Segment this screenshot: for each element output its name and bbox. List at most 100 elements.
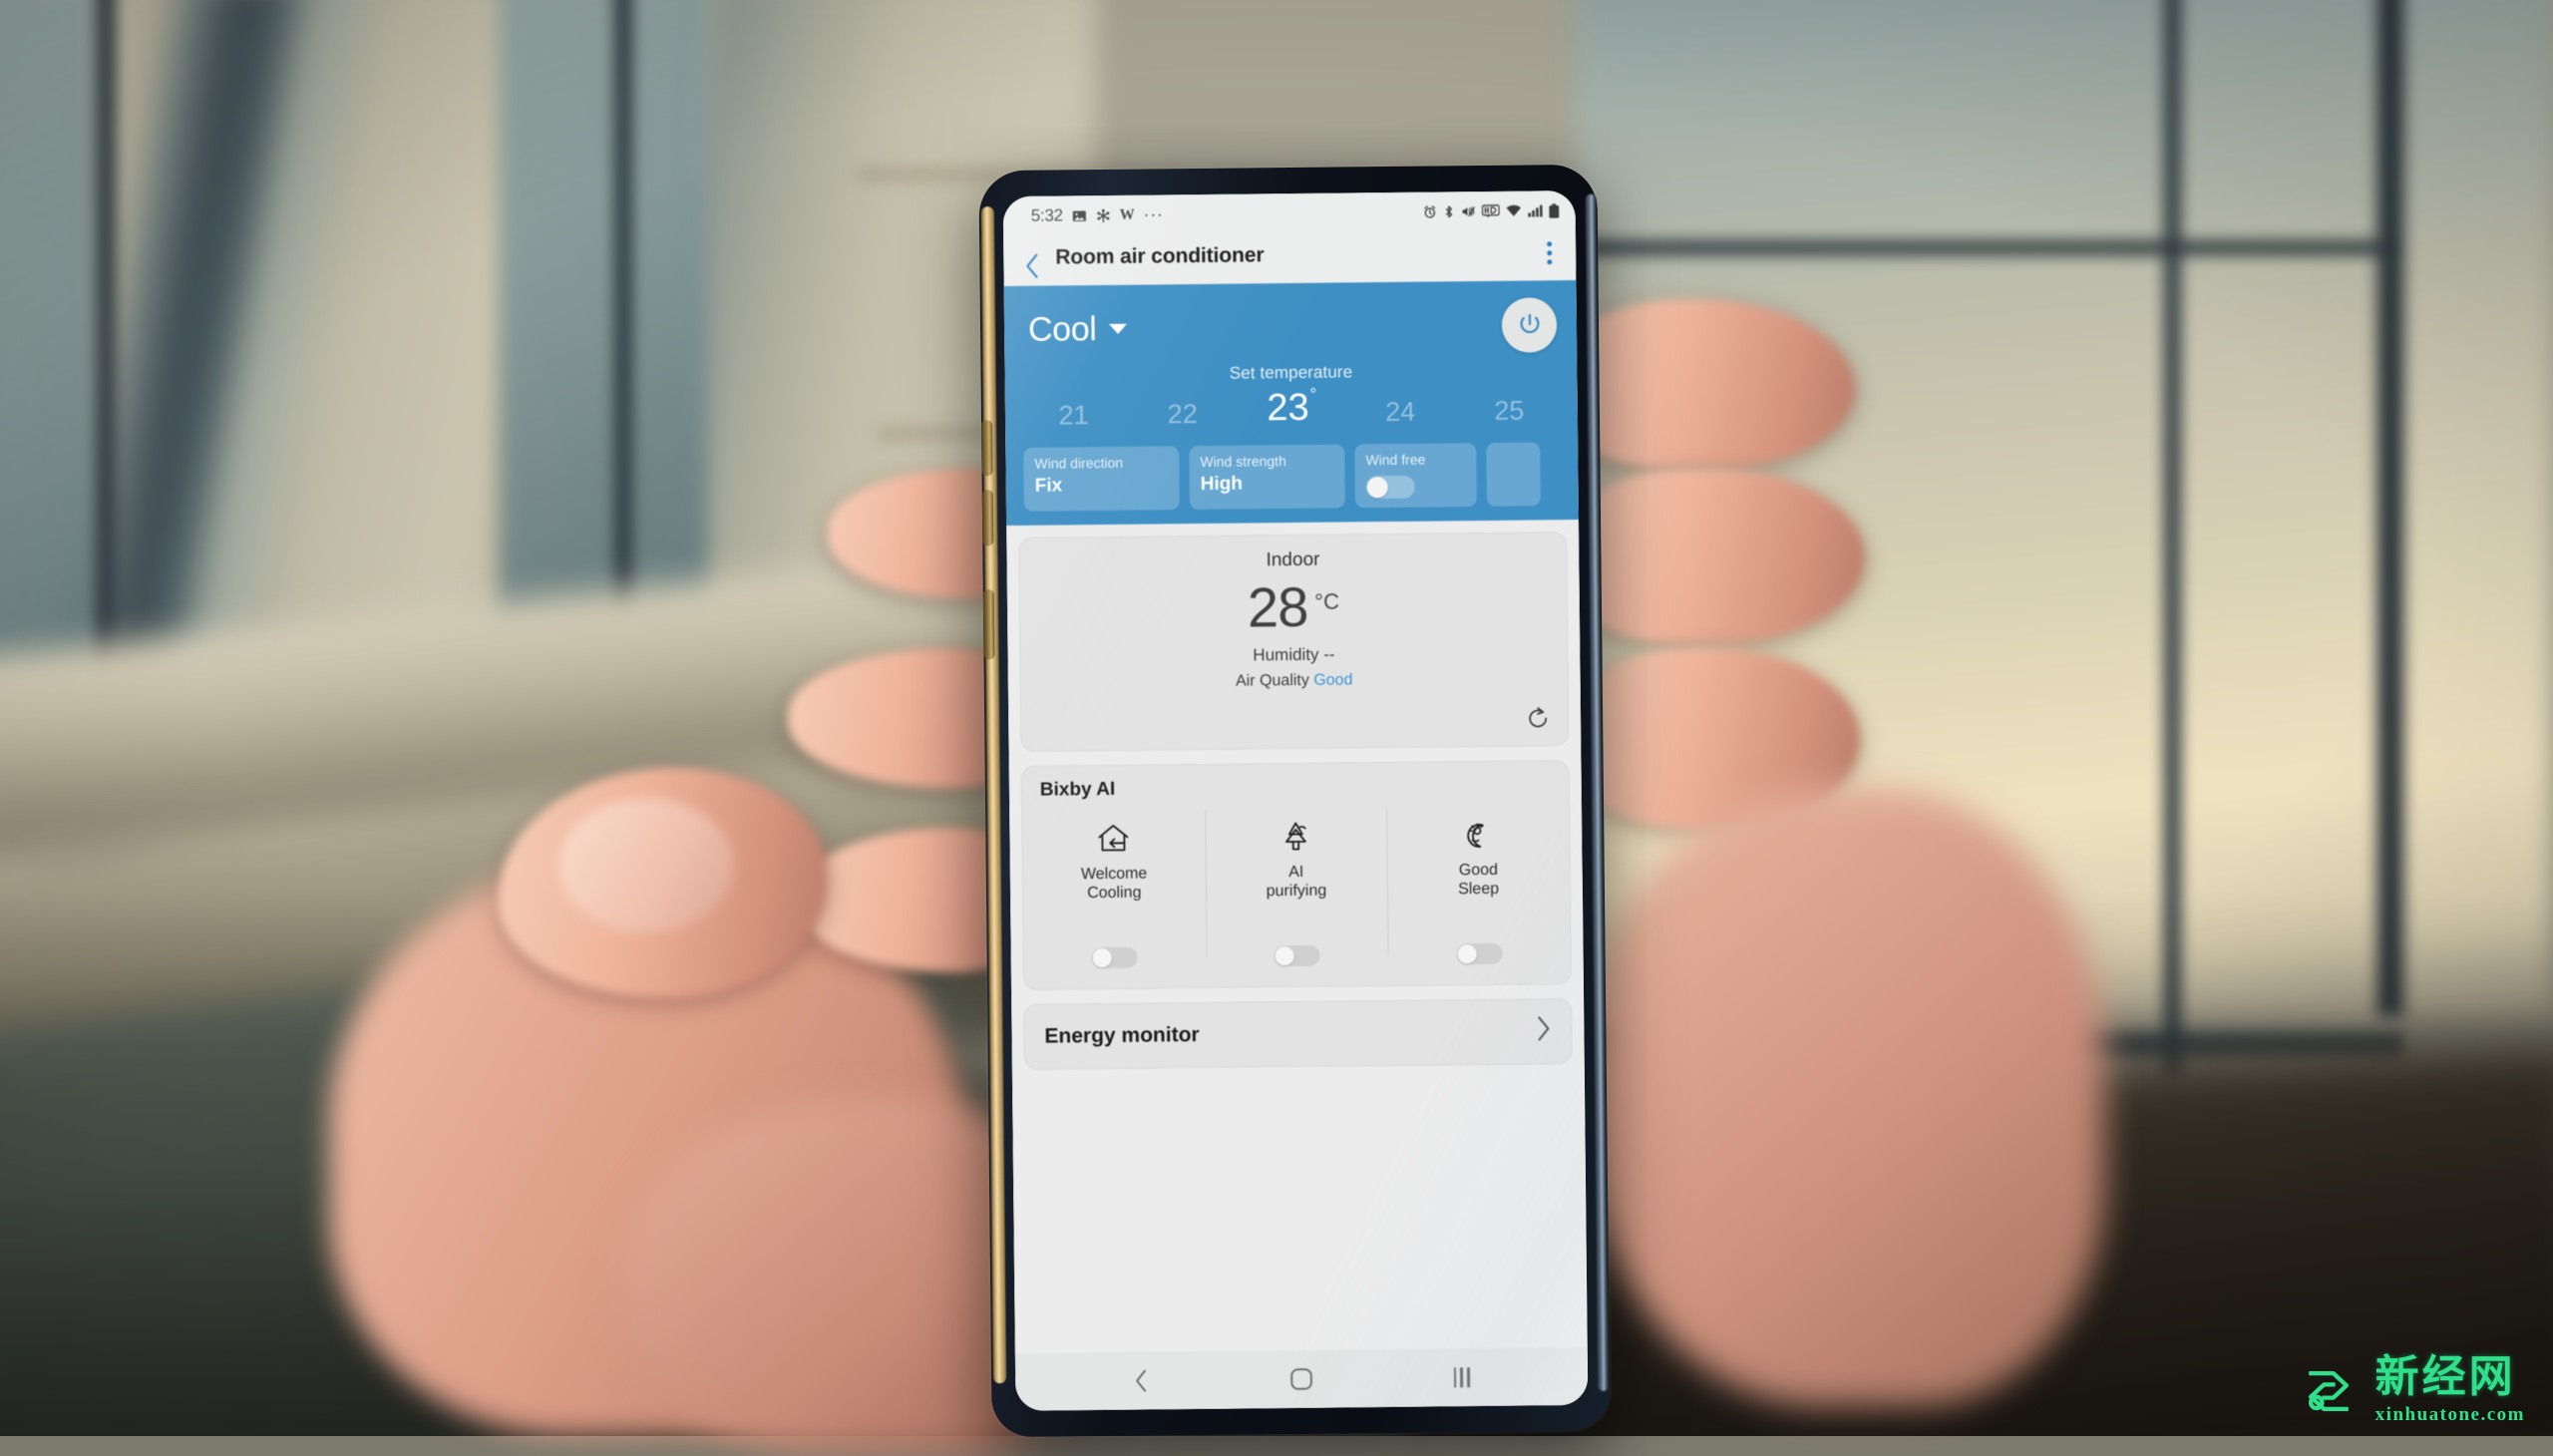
bixby-toggle-ai-purifying[interactable] xyxy=(1275,944,1320,965)
mode-selector[interactable]: Cool xyxy=(1028,309,1128,349)
wind-strength-label: Wind strength xyxy=(1200,453,1333,472)
recents-icon xyxy=(1454,1367,1470,1387)
watermark-en: xinhuatone.com xyxy=(2375,1404,2525,1426)
bixby-label-line1: AI xyxy=(1288,863,1303,880)
indoor-temperature: 28 °C xyxy=(1020,577,1568,636)
indoor-title: Indoor xyxy=(1019,546,1566,574)
temp-option-22[interactable]: 22 xyxy=(1128,401,1237,429)
set-temperature-label: Set temperature xyxy=(1004,360,1577,386)
wind-free-toggle-knob xyxy=(1367,477,1388,498)
status-bar-left: 5:32 W ··· xyxy=(1031,204,1164,225)
thumb-nail xyxy=(558,798,733,932)
watermark: 新经网 xinhuatone.com xyxy=(2296,1355,2525,1426)
wind-direction-value: Fix xyxy=(1035,475,1169,497)
energy-monitor-label: Energy monitor xyxy=(1044,1023,1199,1049)
power-icon xyxy=(1515,310,1543,338)
bixby-toggle-welcome-cooling[interactable] xyxy=(1092,946,1138,967)
overflow-dot-2 xyxy=(1547,250,1552,255)
purify-tree-icon xyxy=(1276,814,1315,858)
window-right-mullion-v xyxy=(2163,0,2182,1077)
power-side-button[interactable] xyxy=(983,589,995,659)
bixby-label-line2: Cooling xyxy=(1087,885,1141,903)
temp-option-24[interactable]: 24 xyxy=(1345,398,1454,426)
bixby-ai-card: Bixby AI Welcome xyxy=(1021,760,1572,990)
snowflake-fan-icon xyxy=(1096,207,1111,222)
air-quality-label: Air Quality xyxy=(1236,672,1309,690)
nav-recents-button[interactable] xyxy=(1431,1355,1491,1400)
w-icon: W xyxy=(1120,206,1135,223)
wind-direction-label: Wind direction xyxy=(1034,454,1168,473)
indoor-air-quality: Air Quality Good xyxy=(1021,669,1568,693)
mute-icon xyxy=(1461,204,1476,218)
power-button[interactable] xyxy=(1502,297,1558,353)
overflow-dot-1 xyxy=(1547,241,1552,246)
wifi-icon xyxy=(1506,204,1522,218)
bixby-label-good-sleep: Good Sleep xyxy=(1458,860,1499,899)
control-panel: Cool Set temperature 21 22 23° 24 25 xyxy=(1004,280,1579,525)
wind-strength-card[interactable]: Wind strength High xyxy=(1189,444,1345,509)
status-time: 5:32 xyxy=(1031,205,1063,225)
status-bar-right xyxy=(1423,203,1560,219)
bixby-label-line1: Good xyxy=(1459,861,1498,878)
overflow-dot-3 xyxy=(1547,259,1552,264)
wind-free-label: Wind free xyxy=(1365,451,1465,470)
wind-strength-value: High xyxy=(1201,473,1334,495)
recents-bar-3 xyxy=(1467,1367,1470,1387)
toggle-knob xyxy=(1093,947,1112,966)
toggle-knob xyxy=(1457,944,1476,963)
moon-sleep-icon xyxy=(1458,812,1498,856)
house-arrow-in-icon xyxy=(1093,816,1133,860)
signal-icon xyxy=(1528,203,1543,217)
mode-label: Cool xyxy=(1028,310,1097,350)
android-nav-bar xyxy=(1015,1347,1589,1411)
window-right-mullion-h xyxy=(1576,239,2393,256)
volume-up-button[interactable] xyxy=(981,420,993,476)
bixby-item-good-sleep[interactable]: Good Sleep xyxy=(1386,806,1570,977)
watermark-cn: 新经网 xyxy=(2375,1355,2525,1399)
smartphone: 5:32 W ··· xyxy=(978,165,1610,1437)
temp-option-selected[interactable]: 23° xyxy=(1237,388,1346,427)
bixby-label-line2: Sleep xyxy=(1458,881,1499,898)
indoor-card: Indoor 28 °C Humidity -- Air Quality Goo… xyxy=(1018,532,1569,752)
chevron-right-icon xyxy=(1535,1014,1551,1047)
window-pane-far-left xyxy=(0,0,100,738)
bixby-items: Welcome Cooling xyxy=(1022,806,1571,981)
recents-bar-2 xyxy=(1460,1367,1463,1387)
overflow-menu-button[interactable] xyxy=(1537,235,1562,270)
bixby-item-welcome-cooling[interactable]: Welcome Cooling xyxy=(1022,809,1206,980)
temperature-selector[interactable]: 21 22 23° 24 25 xyxy=(1005,386,1578,430)
temp-option-25[interactable]: 25 xyxy=(1455,397,1564,425)
finger-right-mid xyxy=(1566,469,1865,643)
refresh-icon[interactable] xyxy=(1525,705,1551,736)
temp-option-21[interactable]: 21 xyxy=(1019,402,1128,430)
watermark-logo-icon xyxy=(2296,1358,2362,1424)
hd-icon xyxy=(1482,204,1500,218)
window-pane-mid xyxy=(499,0,708,668)
chevron-down-icon xyxy=(1109,323,1127,333)
status-bar: 5:32 W ··· xyxy=(1003,190,1576,236)
back-button[interactable] xyxy=(1015,252,1049,278)
bixby-label-ai-purifying: AI purifying xyxy=(1266,862,1326,902)
wind-controls: Wind direction Fix Wind strength High Wi… xyxy=(1005,442,1579,512)
toggle-knob xyxy=(1276,946,1294,965)
wind-extra-card-partial[interactable] xyxy=(1486,442,1541,506)
more-dots-icon: ··· xyxy=(1144,204,1164,224)
battery-icon xyxy=(1549,203,1560,218)
page-title: Room air conditioner xyxy=(1055,243,1264,269)
alarm-icon xyxy=(1423,204,1437,218)
nav-home-button[interactable] xyxy=(1272,1357,1331,1402)
volume-down-button[interactable] xyxy=(982,490,994,546)
content-area: Indoor 28 °C Humidity -- Air Quality Goo… xyxy=(1006,519,1588,1352)
indoor-temperature-unit: °C xyxy=(1314,588,1339,614)
right-palm xyxy=(1586,788,2104,1406)
bixby-item-ai-purifying[interactable]: AI purifying xyxy=(1205,808,1388,979)
nav-back-button[interactable] xyxy=(1111,1358,1171,1403)
app-bar: Room air conditioner xyxy=(1003,230,1576,286)
indoor-humidity: Humidity -- xyxy=(1020,642,1567,668)
wind-free-card[interactable]: Wind free xyxy=(1354,443,1477,508)
wind-direction-card[interactable]: Wind direction Fix xyxy=(1023,446,1180,511)
energy-monitor-row[interactable]: Energy monitor xyxy=(1023,998,1573,1070)
bixby-title: Bixby AI xyxy=(1022,774,1569,802)
bixby-toggle-good-sleep[interactable] xyxy=(1456,942,1502,963)
wind-free-toggle[interactable] xyxy=(1366,475,1415,499)
